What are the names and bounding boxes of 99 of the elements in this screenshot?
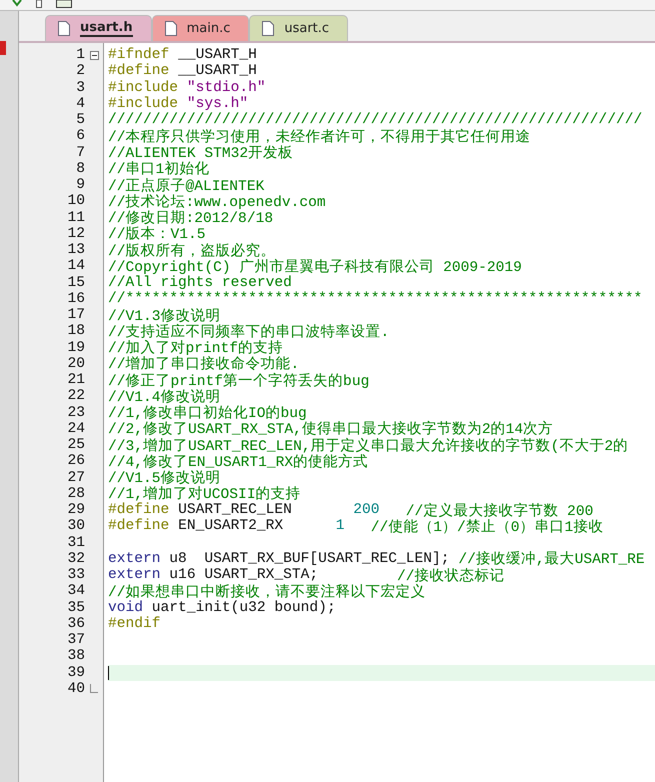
keyword: void [108, 600, 144, 616]
code-comment: //技术论坛:www.openedv.com [108, 193, 326, 211]
code-comment: //定义最大接收字节数 200 [406, 502, 594, 520]
line-number: 5 [75, 112, 85, 128]
line-number: 26 [66, 453, 85, 470]
line-number: 28 [66, 486, 85, 502]
line-number: 8 [75, 160, 85, 177]
line-number: 17 [66, 307, 85, 324]
line-number: 6 [75, 128, 85, 144]
code-text: u16 USART_RX_STA; [168, 567, 320, 584]
code-comment: //ALIENTEK STM32开发板 [108, 144, 294, 162]
file-icon [58, 21, 70, 36]
line-number: 37 [66, 632, 85, 648]
line-number: 29 [66, 502, 85, 518]
file-tab[interactable]: usart.h [45, 15, 152, 41]
code-comment: //本程序只供学习使用，未经作者许可，不得用于其它任何用途 [108, 128, 531, 146]
code-comment: //1,增加了对UCOSII的支持 [108, 485, 301, 504]
number-literal: 200 [353, 502, 380, 518]
code-comment: //修改日期:2012/8/18 [108, 209, 274, 228]
preprocessor-directive: #include [108, 96, 178, 112]
code-text: __USART_H [177, 47, 257, 64]
code-comment: //正点原子@ALIENTEK [108, 177, 264, 195]
code-comment: //*********************************************************** [108, 290, 642, 307]
line-number: 11 [66, 210, 85, 226]
line-number: 7 [75, 144, 85, 161]
file-tab[interactable]: usart.c [249, 15, 348, 41]
code-comment: //如果想串口中断接收，请不要注释以下宏定义 [108, 582, 426, 601]
code-comment: //All rights reserved [108, 274, 292, 291]
code-comment: //3,增加了USART_REC_LEN,用于定义串口最大允许接收的字节数(不大于2的 [108, 436, 628, 455]
line-number: 32 [66, 550, 85, 567]
line-number: 16 [66, 290, 85, 307]
code-comment: //Copyright(C) 广州市星翼电子科技有限公司 2009-2019 [108, 258, 522, 276]
preprocessor-directive: #define [108, 518, 170, 534]
code-comment: //使能（1）/禁止（0）串口1接收 [370, 518, 604, 536]
line-number: 25 [66, 437, 85, 454]
code-comment: //增加了串口接收命令功能. [108, 355, 300, 374]
line-number: 35 [66, 600, 85, 616]
string-literal: "stdio.h" [186, 80, 266, 96]
preprocessor-directive: #define [108, 502, 170, 518]
line-number: 27 [66, 470, 85, 486]
collapse-icon[interactable] [90, 50, 98, 60]
line-number: 30 [66, 518, 85, 534]
line-number: 12 [66, 226, 85, 242]
line-number: 2 [75, 63, 85, 80]
line-number: 33 [66, 567, 85, 584]
preprocessor-directive: #define [108, 63, 170, 80]
string-literal: "sys.h" [186, 96, 248, 112]
code-comment: //V1.4修改说明 [108, 388, 221, 406]
keyword: extern [108, 567, 161, 584]
number-literal: 1 [336, 518, 344, 534]
page-icon[interactable] [36, 0, 42, 8]
line-number: 38 [66, 648, 85, 664]
preprocessor-directive: #endif [108, 616, 161, 632]
preprocessor-directive: #ifndef [108, 47, 170, 64]
code-comment: //接收缓冲,最大USART_RE [458, 550, 645, 568]
code-text: __USART_H [177, 63, 257, 80]
code-comment: ///////////////////////////////////////////////////////////// [108, 112, 642, 128]
line-number: 31 [66, 534, 85, 551]
line-number: 34 [66, 583, 85, 600]
code-comment: //1,修改串口初始化IO的bug [108, 404, 307, 422]
line-number: 24 [66, 420, 85, 437]
line-number: 1 [75, 47, 85, 64]
code-text: uart_init(u32 bound); [150, 600, 336, 616]
code-comment: //加入了对printf的支持 [108, 339, 284, 358]
code-comment: //V1.5修改说明 [108, 469, 221, 488]
marker-icon [0, 41, 6, 55]
line-number: 39 [66, 664, 85, 681]
line-number: 36 [66, 616, 85, 632]
line-number: 13 [66, 242, 85, 258]
code-text: USART_REC_LEN [177, 502, 293, 518]
line-number: 20 [66, 356, 85, 372]
code-comment: //版本：V1.5 [108, 225, 206, 244]
line-number: 19 [66, 340, 85, 356]
file-icon [164, 21, 177, 36]
line-number: 3 [75, 80, 85, 96]
text-cursor [108, 666, 109, 680]
file-tab[interactable]: main.c [152, 15, 250, 41]
line-number: 40 [66, 680, 85, 697]
code-comment: //4,修改了EN_USART1_RX的使能方式 [108, 453, 368, 471]
line-number: 21 [66, 372, 85, 388]
line-number: 10 [66, 193, 85, 210]
line-number: 18 [66, 323, 85, 340]
code-comment: //串口1初始化 [108, 160, 210, 178]
line-number: 23 [66, 404, 85, 421]
line-number: 4 [75, 96, 85, 112]
line-number: 22 [66, 388, 85, 404]
line-number: 15 [66, 274, 85, 291]
line-number: 9 [75, 177, 85, 194]
window-icon[interactable] [56, 0, 72, 8]
preprocessor-directive: #include [108, 80, 178, 96]
code-comment: //2,修改了USART_RX_STA,使得串口最大接收字节数为2的14次方 [108, 420, 554, 438]
code-text: u8 USART_RX_BUF[USART_REC_LEN]; [168, 550, 451, 567]
code-text: EN_USART2_RX [177, 518, 284, 534]
code-comment: //版权所有，盗版必究。 [108, 242, 276, 260]
keyword: extern [108, 550, 161, 567]
file-icon [262, 21, 274, 36]
line-number: 14 [66, 258, 85, 274]
code-comment: //接收状态标记 [397, 567, 505, 585]
code-comment: //修正了printf第一个字符丢失的bug [108, 372, 370, 390]
